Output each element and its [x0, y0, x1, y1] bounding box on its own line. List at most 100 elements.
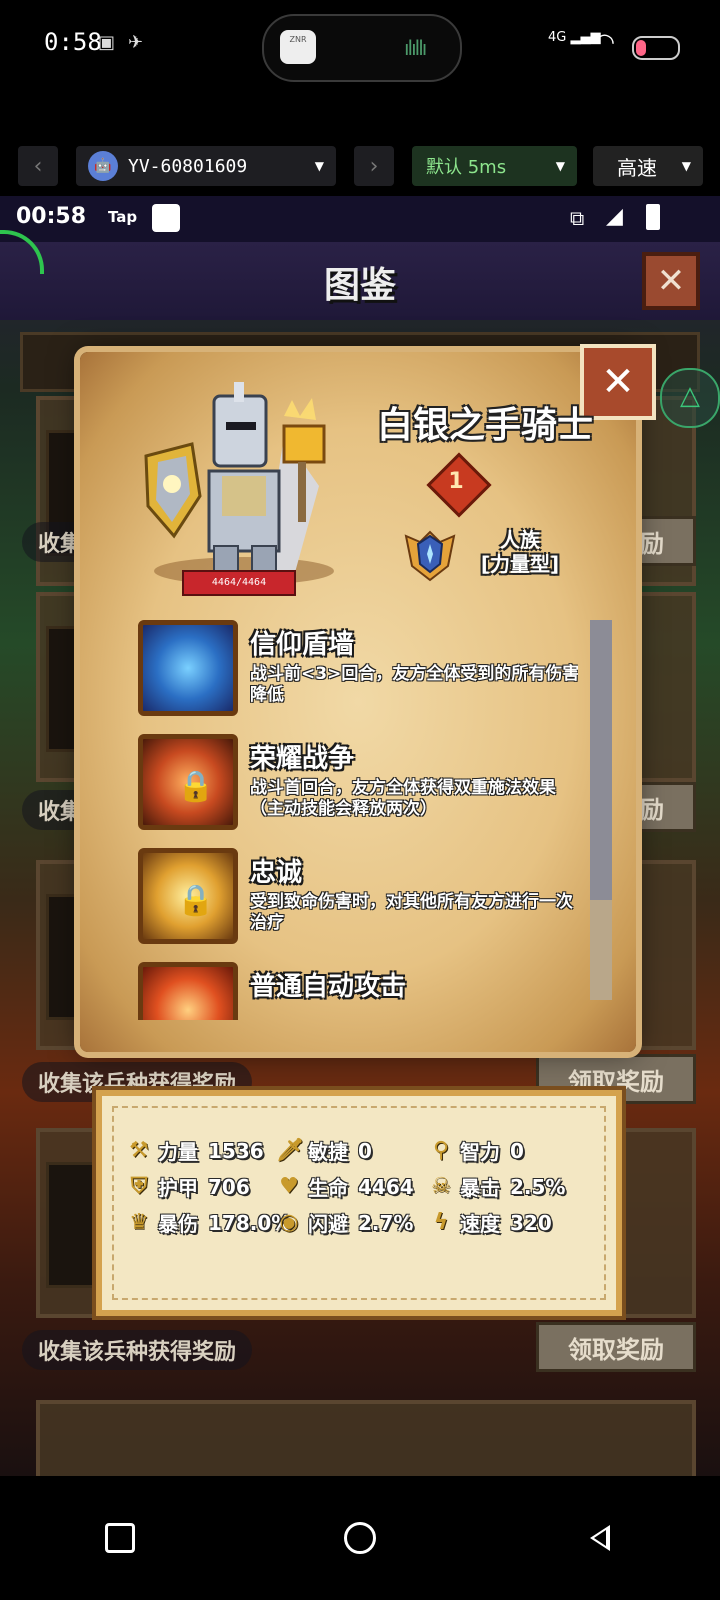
skill-list[interactable]: 信仰盾墙 战斗前<3>回合，友方全体受到的所有伤害降低 🔒 荣耀战争 战斗首回合… [138, 620, 578, 1020]
heart-icon: ♥ [279, 1173, 299, 1199]
skill-desc: 受到致命伤害时，对其他所有友方进行一次治疗 [250, 892, 573, 933]
skill-name: 信仰盾墙 [250, 630, 355, 660]
skill-item[interactable]: 信仰盾墙 战斗前<3>回合，友方全体受到的所有伤害降低 [138, 620, 578, 720]
level-number: 1 [448, 469, 464, 494]
stat-health: ♥ 生命 4464 [276, 1172, 414, 1201]
stat-label: 暴伤 [158, 1212, 198, 1236]
stat-dodge: ◉ 闪避 2.7% [276, 1208, 413, 1237]
android-icon: 🤖 [88, 151, 118, 181]
shield-wall-icon [138, 620, 238, 716]
unit-type-label: [力量型] [480, 552, 560, 576]
hp-bar: 4464/4464 [182, 570, 296, 596]
collect-reward-label: 收集该兵种获得奖励 [22, 1330, 253, 1370]
stat-label: 智力 [460, 1140, 500, 1164]
close-button[interactable]: ✕ [642, 252, 700, 310]
next-device-button[interactable]: › [354, 146, 394, 186]
close-icon: ✕ [656, 261, 686, 301]
skill-item[interactable]: 普通自动攻击 [138, 962, 578, 1020]
tap-label: Tap [108, 208, 138, 226]
battery-icon [632, 36, 680, 60]
recent-apps-icon [105, 1523, 135, 1553]
speed-selector[interactable]: 高速 ▼ [593, 146, 703, 186]
system-nav-bar [0, 1476, 720, 1600]
remote-toolbar: ‹ 🤖 YV-60801609 ▼ › 默认 5ms ▼ 高速 ▼ [0, 140, 720, 192]
prev-device-button[interactable]: ‹ [18, 146, 58, 186]
stat-crit: ☠ 暴击 2.5% [428, 1172, 565, 1201]
home-button[interactable] [330, 1508, 390, 1568]
eye-icon: ◉ [279, 1209, 299, 1235]
stat-value: 0 [358, 1138, 372, 1163]
stat-label: 护甲 [158, 1176, 198, 1200]
skill-name: 普通自动攻击 [250, 972, 407, 1002]
notification-icon-2: ✈ [128, 32, 144, 53]
game-status-bar: 00:58 Tap ⧉ ◢ [0, 196, 720, 242]
device-label: YV-60801609 [128, 155, 248, 177]
bg-unit-card [36, 1400, 696, 1476]
recent-apps-button[interactable] [90, 1508, 150, 1568]
triangle-icon: △ [680, 381, 700, 411]
back-icon [590, 1525, 610, 1551]
stat-intelligence: ⚲ 智力 0 [428, 1136, 524, 1165]
scroll-thumb[interactable] [590, 620, 612, 900]
stats-panel: ⚒ 力量 1536 🗡 敏捷 0 ⚲ 智力 0 ⛨ 护甲 706 ♥ 生命 4464 ☠ 暴击 2.5%… [96, 1090, 622, 1316]
race-info: 人族 [力量型] [460, 528, 580, 576]
phone-clock: 0:58 [44, 28, 102, 56]
back-button[interactable] [570, 1508, 630, 1568]
skill-name: 忠诚 [250, 858, 303, 888]
stat-crit-damage: ♛ 暴伤 178.0% [126, 1208, 291, 1237]
top-bar: 图鉴 [0, 242, 720, 320]
stat-label: 速度 [460, 1212, 500, 1236]
lightning-icon: ϟ [433, 1209, 449, 1235]
stat-speed: ϟ 速度 320 [428, 1208, 552, 1237]
dynamic-island[interactable]: ZNR ılıllı [262, 14, 462, 82]
cast-icon: ⧉ [570, 206, 585, 230]
game-clock: 00:58 [16, 204, 87, 229]
chevron-down-icon: ▼ [555, 159, 565, 173]
notification-icon: ▣ [98, 32, 116, 53]
sword-attack-icon [138, 962, 238, 1020]
skill-item[interactable]: 🔒 忠诚 受到致命伤害时，对其他所有友方进行一次治疗 [138, 848, 578, 948]
signal-icon: 4G ▂▄▆ [548, 30, 601, 45]
race-emblem-icon [404, 530, 456, 582]
skill-desc: 战斗首回合，友方全体获得双重施法效果（主动技能会释放两次） [250, 778, 556, 819]
stat-value: 320 [510, 1210, 552, 1235]
lock-icon: 🔒 [177, 769, 215, 804]
stat-armor: ⛨ 护甲 706 [126, 1172, 250, 1201]
stat-label: 生命 [308, 1176, 348, 1200]
device-selector[interactable]: 🤖 YV-60801609 ▼ [76, 146, 336, 186]
claim-reward-button[interactable]: 领取奖励 [536, 1322, 696, 1372]
axe-icon: ⚒ [129, 1137, 149, 1163]
stat-label: 闪避 [308, 1212, 348, 1236]
stat-agility: 🗡 敏捷 0 [276, 1136, 372, 1165]
knight-portrait [144, 382, 334, 585]
floating-assist-button[interactable]: △ [660, 368, 720, 428]
skill-item[interactable]: 🔒 荣耀战争 战斗首回合，友方全体获得双重施法效果（主动技能会释放两次） [138, 734, 578, 834]
skill-scrollbar[interactable] [590, 620, 612, 1000]
loyalty-icon: 🔒 [138, 848, 238, 944]
chevron-down-icon: ▼ [681, 159, 691, 173]
battery-level [636, 40, 646, 56]
sword-icon: 🗡 [276, 1137, 304, 1163]
skill-desc: 战斗前<3>回合，友方全体受到的所有伤害降低 [250, 664, 578, 705]
speed-label: 高速 [617, 155, 657, 180]
tap-app-icon [152, 204, 180, 232]
audio-wave-icon: ılıllı [404, 36, 427, 60]
staff-icon: ⚲ [432, 1137, 450, 1163]
stat-label: 力量 [158, 1140, 198, 1164]
unit-name: 白银之手骑士 [376, 405, 593, 446]
latency-mode-selector[interactable]: 默认 5ms ▼ [412, 146, 577, 186]
wifi-icon: ◢ [606, 204, 623, 229]
stat-value: 4464 [358, 1174, 414, 1199]
crown-icon: ♛ [129, 1209, 149, 1235]
lock-icon: 🔒 [177, 883, 215, 918]
stat-label: 暴击 [460, 1176, 500, 1200]
stat-value: 2.7% [358, 1210, 414, 1235]
stat-value: 2.5% [510, 1174, 566, 1199]
phone-status-bar: 0:58 ▣ ✈ ZNR ılıllı 4G ▂▄▆ ◠ [0, 0, 720, 95]
skull-icon: ☠ [431, 1173, 451, 1199]
battery-icon [646, 204, 660, 230]
glory-war-icon: 🔒 [138, 734, 238, 830]
home-icon [344, 1522, 376, 1554]
wifi-status-icon: ◠ [594, 28, 615, 56]
skill-name: 荣耀战争 [250, 744, 355, 774]
